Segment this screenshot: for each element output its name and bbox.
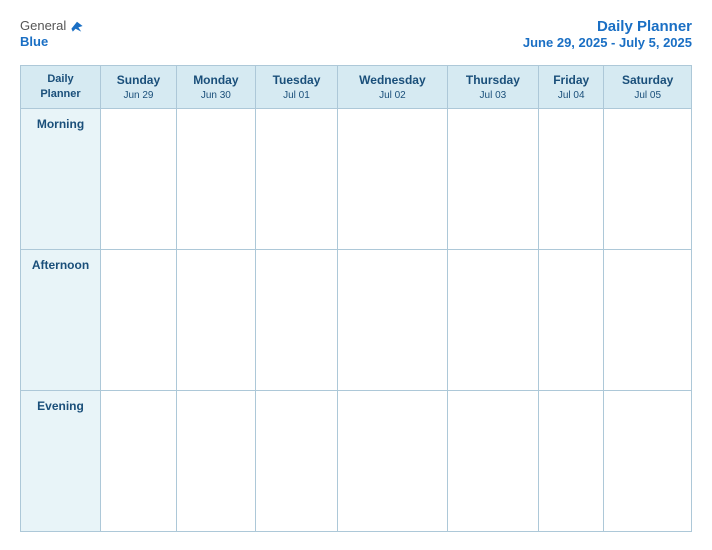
planner-table: Daily Planner SundayJun 29MondayJun 30Tu… — [20, 65, 692, 532]
corner-label-line2: Planner — [40, 88, 80, 100]
cell-morning-saturday[interactable] — [604, 108, 692, 249]
corner-label-line1: Daily — [47, 73, 73, 85]
cell-morning-tuesday[interactable] — [255, 108, 337, 249]
cell-afternoon-sunday[interactable] — [101, 249, 177, 390]
row-label-morning: Morning — [21, 108, 101, 249]
row-evening: Evening — [21, 390, 692, 531]
page-title: Daily Planner — [523, 18, 692, 35]
header-col-wednesday: WednesdayJul 02 — [338, 66, 447, 109]
date-range: June 29, 2025 - July 5, 2025 — [523, 35, 692, 50]
cell-morning-thursday[interactable] — [447, 108, 538, 249]
corner-header: Daily Planner — [21, 66, 101, 109]
cell-evening-monday[interactable] — [176, 390, 255, 531]
row-morning: Morning — [21, 108, 692, 249]
logo-general-text: General — [20, 18, 66, 33]
cell-evening-thursday[interactable] — [447, 390, 538, 531]
title-area: Daily Planner June 29, 2025 - July 5, 20… — [523, 18, 692, 50]
cell-afternoon-wednesday[interactable] — [338, 249, 447, 390]
cell-evening-wednesday[interactable] — [338, 390, 447, 531]
header-col-monday: MondayJun 30 — [176, 66, 255, 109]
header-col-friday: FridayJul 04 — [539, 66, 604, 109]
cell-evening-sunday[interactable] — [101, 390, 177, 531]
cell-morning-friday[interactable] — [539, 108, 604, 249]
cell-afternoon-friday[interactable] — [539, 249, 604, 390]
logo-blue-text: Blue — [20, 34, 48, 49]
cell-morning-sunday[interactable] — [101, 108, 177, 249]
cell-morning-wednesday[interactable] — [338, 108, 447, 249]
cell-afternoon-monday[interactable] — [176, 249, 255, 390]
row-label-evening: Evening — [21, 390, 101, 531]
header-col-thursday: ThursdayJul 03 — [447, 66, 538, 109]
table-header-row: Daily Planner SundayJun 29MondayJun 30Tu… — [21, 66, 692, 109]
header-col-sunday: SundayJun 29 — [101, 66, 177, 109]
header-col-saturday: SaturdayJul 05 — [604, 66, 692, 109]
cell-evening-saturday[interactable] — [604, 390, 692, 531]
logo-bird-icon — [70, 19, 84, 33]
cell-evening-friday[interactable] — [539, 390, 604, 531]
row-label-afternoon: Afternoon — [21, 249, 101, 390]
row-afternoon: Afternoon — [21, 249, 692, 390]
cell-morning-monday[interactable] — [176, 108, 255, 249]
cell-evening-tuesday[interactable] — [255, 390, 337, 531]
page-header: General Blue Daily Planner June 29, 2025… — [20, 18, 692, 51]
header-col-tuesday: TuesdayJul 01 — [255, 66, 337, 109]
cell-afternoon-tuesday[interactable] — [255, 249, 337, 390]
cell-afternoon-saturday[interactable] — [604, 249, 692, 390]
cell-afternoon-thursday[interactable] — [447, 249, 538, 390]
logo-area: General Blue — [20, 18, 84, 51]
